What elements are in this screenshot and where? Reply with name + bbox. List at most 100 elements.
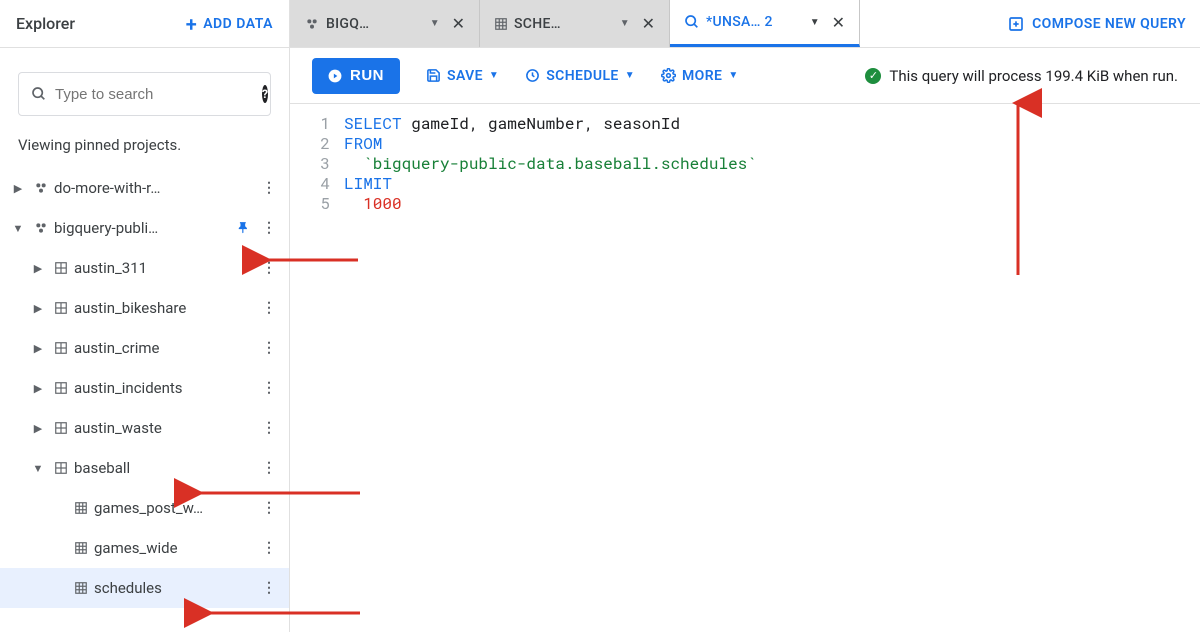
status-text: This query will process 199.4 KiB when r… xyxy=(889,67,1178,85)
chevron-down-icon[interactable]: ▼ xyxy=(810,17,820,28)
node-label: austin_incidents xyxy=(72,379,257,397)
clock-icon xyxy=(525,68,540,83)
dataset-node-austin-bikeshare[interactable]: ▶ austin_bikeshare⋮ xyxy=(0,288,289,328)
table-node-games-wide[interactable]: games_wide⋮ xyxy=(0,528,289,568)
code-area[interactable]: SELECT gameId, gameNumber, seasonIdFROM … xyxy=(344,112,757,214)
main-panel: BIGQ…▼✕SCHE…▼✕*UNSA… 2▼✕ COMPOSE NEW QUE… xyxy=(290,0,1200,632)
run-label: RUN xyxy=(350,67,384,84)
node-label: schedules xyxy=(92,579,257,597)
explorer-sidebar: Explorer + ADD DATA ? Viewing pinned pro… xyxy=(0,0,290,632)
dataset-icon xyxy=(50,341,72,355)
code-line[interactable]: 1000 xyxy=(344,194,757,214)
gear-icon xyxy=(661,68,676,83)
pin-icon[interactable] xyxy=(237,221,251,235)
dataset-node-austin-waste[interactable]: ▶austin_waste⋮ xyxy=(0,408,289,448)
kebab-icon[interactable]: ⋮ xyxy=(257,180,281,196)
node-label: games_post_w… xyxy=(92,499,257,517)
chevron-down-icon[interactable]: ▼ xyxy=(430,18,440,29)
close-icon[interactable]: ✕ xyxy=(446,14,465,33)
node-label: do-more-with-r… xyxy=(52,179,257,197)
node-label: baseball xyxy=(72,459,257,477)
dataset-node-austin-crime[interactable]: ▶austin_crime⋮ xyxy=(0,328,289,368)
caret-right-icon[interactable]: ▶ xyxy=(6,182,30,195)
search-input[interactable] xyxy=(55,86,254,103)
kebab-icon[interactable]: ⋮ xyxy=(257,460,281,476)
table-icon xyxy=(70,541,92,555)
project-icon xyxy=(30,180,52,196)
help-icon[interactable]: ? xyxy=(262,85,268,103)
caret-right-icon[interactable]: ▶ xyxy=(26,342,50,355)
caret-right-icon[interactable]: ▶ xyxy=(26,382,50,395)
code-line[interactable]: LIMIT xyxy=(344,174,757,194)
save-button[interactable]: SAVE ▼ xyxy=(426,68,499,84)
caret-down-icon[interactable]: ▼ xyxy=(6,222,30,235)
close-icon[interactable]: ✕ xyxy=(826,13,845,32)
kebab-icon[interactable]: ⋮ xyxy=(257,580,281,596)
query-status: ✓ This query will process 199.4 KiB when… xyxy=(865,67,1178,85)
more-button[interactable]: MORE ▼ xyxy=(661,68,739,84)
chevron-down-icon: ▼ xyxy=(728,70,738,81)
compose-new-query-button[interactable]: COMPOSE NEW QUERY xyxy=(994,0,1200,47)
node-label: bigquery-publi… xyxy=(52,219,237,237)
kebab-icon[interactable]: ⋮ xyxy=(257,500,281,516)
run-button[interactable]: RUN xyxy=(312,58,400,94)
dataset-icon xyxy=(50,461,72,475)
project-icon xyxy=(30,220,52,236)
sidebar-title: Explorer xyxy=(16,14,75,33)
search-box[interactable]: ? xyxy=(18,72,271,116)
play-icon xyxy=(328,69,342,83)
tab-1[interactable]: SCHE…▼✕ xyxy=(480,0,670,47)
table-node-games-post-w-[interactable]: games_post_w…⋮ xyxy=(0,488,289,528)
node-label: austin_311 xyxy=(72,259,257,277)
add-data-button[interactable]: + ADD DATA xyxy=(186,14,273,34)
tab-label: *UNSA… 2 xyxy=(706,14,804,30)
tab-2[interactable]: *UNSA… 2 ▼ ✕ xyxy=(670,0,860,47)
line-number: 1 xyxy=(290,114,330,134)
explorer-tree[interactable]: ▶do-more-with-r…⋮▼bigquery-publi…⋮▶austi… xyxy=(0,168,289,632)
kebab-icon[interactable]: ⋮ xyxy=(257,300,281,316)
schedule-button[interactable]: SCHEDULE ▼ xyxy=(525,68,635,84)
kebab-icon[interactable]: ⋮ xyxy=(257,540,281,556)
kebab-icon[interactable]: ⋮ xyxy=(257,260,281,276)
dataset-icon xyxy=(50,421,72,435)
dataset-node-austin-311[interactable]: ▶ austin_311⋮ xyxy=(0,248,289,288)
kebab-icon[interactable]: ⋮ xyxy=(257,420,281,436)
code-line[interactable]: `bigquery-public-data.baseball.schedules… xyxy=(344,154,757,174)
tab-0[interactable]: BIGQ… ▼ ✕ xyxy=(290,0,480,47)
save-label: SAVE xyxy=(447,68,483,84)
line-number: 5 xyxy=(290,194,330,214)
line-number: 3 xyxy=(290,154,330,174)
sql-editor[interactable]: 12345 SELECT gameId, gameNumber, seasonI… xyxy=(290,104,1200,632)
kebab-icon[interactable]: ⋮ xyxy=(257,220,281,236)
node-label: austin_bikeshare xyxy=(72,299,257,317)
project-icon xyxy=(304,16,320,32)
close-icon[interactable]: ✕ xyxy=(636,14,655,33)
dataset-node-austin-incidents[interactable]: ▶ austin_incidents⋮ xyxy=(0,368,289,408)
plus-box-icon xyxy=(1008,16,1024,32)
check-icon: ✓ xyxy=(865,68,881,84)
dataset-icon xyxy=(50,381,72,395)
add-data-label: ADD DATA xyxy=(203,16,273,32)
compose-label: COMPOSE NEW QUERY xyxy=(1032,16,1186,32)
project-node-do-more-with-r-[interactable]: ▶ do-more-with-r…⋮ xyxy=(0,168,289,208)
code-line[interactable]: FROM xyxy=(344,134,757,154)
schedule-label: SCHEDULE xyxy=(546,68,618,84)
tab-label: BIGQ… xyxy=(326,16,424,32)
caret-right-icon[interactable]: ▶ xyxy=(26,262,50,275)
dataset-icon xyxy=(50,301,72,315)
caret-right-icon[interactable]: ▶ xyxy=(26,302,50,315)
chevron-down-icon[interactable]: ▼ xyxy=(620,18,630,29)
query-icon xyxy=(684,14,700,30)
caret-right-icon[interactable]: ▶ xyxy=(26,422,50,435)
chevron-down-icon: ▼ xyxy=(489,70,499,81)
table-node-schedules[interactable]: schedules⋮ xyxy=(0,568,289,608)
kebab-icon[interactable]: ⋮ xyxy=(257,340,281,356)
caret-down-icon[interactable]: ▼ xyxy=(26,462,50,475)
dataset-node-baseball[interactable]: ▼ baseball⋮ xyxy=(0,448,289,488)
table-icon xyxy=(70,581,92,595)
code-line[interactable]: SELECT gameId, gameNumber, seasonId xyxy=(344,114,757,134)
line-gutter: 12345 xyxy=(290,112,344,214)
line-number: 2 xyxy=(290,134,330,154)
project-node-bigquery-publi-[interactable]: ▼ bigquery-publi… ⋮ xyxy=(0,208,289,248)
kebab-icon[interactable]: ⋮ xyxy=(257,380,281,396)
